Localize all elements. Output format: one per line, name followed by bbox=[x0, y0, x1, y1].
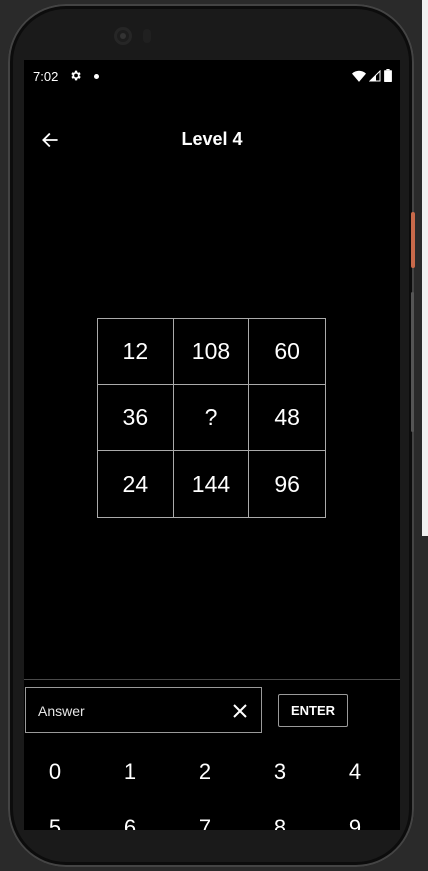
keyboard-divider bbox=[24, 679, 400, 680]
puzzle-cell: 96 bbox=[274, 470, 300, 497]
key-3[interactable]: 3 bbox=[250, 750, 310, 794]
puzzle-grid: 12 108 60 36 ? 48 24 144 96 bbox=[97, 318, 326, 518]
wifi-icon bbox=[352, 70, 366, 82]
answer-field bbox=[25, 687, 262, 733]
key-1[interactable]: 1 bbox=[100, 750, 160, 794]
puzzle-cell: 12 bbox=[98, 319, 174, 385]
volume-button bbox=[411, 292, 414, 432]
status-icons bbox=[352, 69, 392, 82]
puzzle-cell: 24 bbox=[98, 451, 174, 517]
key-9[interactable]: 9 bbox=[325, 806, 385, 830]
enter-button[interactable]: ENTER bbox=[278, 694, 348, 727]
gear-icon bbox=[71, 70, 81, 81]
key-7[interactable]: 7 bbox=[175, 806, 235, 830]
status-time: 7:02 bbox=[33, 69, 59, 84]
puzzle-cell: 144 bbox=[174, 451, 250, 517]
proximity-sensor bbox=[143, 29, 151, 43]
key-6[interactable]: 6 bbox=[100, 806, 160, 830]
front-camera bbox=[114, 27, 132, 45]
key-8[interactable]: 8 bbox=[250, 806, 310, 830]
key-4[interactable]: 4 bbox=[325, 750, 385, 794]
page-title: Level 4 bbox=[181, 129, 243, 149]
power-button bbox=[411, 212, 415, 268]
key-5[interactable]: 5 bbox=[25, 806, 85, 830]
key-2[interactable]: 2 bbox=[175, 750, 235, 794]
puzzle-cell: 36 bbox=[98, 385, 174, 451]
puzzle-cell: 60 bbox=[249, 319, 325, 385]
close-icon bbox=[233, 704, 247, 718]
key-0[interactable]: 0 bbox=[25, 750, 85, 794]
puzzle-cell: 108 bbox=[173, 319, 250, 385]
app-screen: 7:02 Level 4 12 108 60 36 ? 48 24 144 96… bbox=[24, 60, 400, 830]
app-bar: Level 4 bbox=[24, 116, 400, 162]
notification-dot-icon bbox=[94, 74, 99, 79]
clear-button[interactable] bbox=[230, 701, 250, 721]
status-bar: 7:02 bbox=[24, 60, 400, 92]
puzzle-cell-unknown: ? bbox=[173, 385, 250, 451]
answer-input[interactable] bbox=[36, 700, 220, 722]
cell-signal-icon bbox=[369, 69, 381, 81]
emulator-side-strip bbox=[422, 0, 428, 536]
puzzle-cell: 48 bbox=[249, 385, 325, 451]
battery-icon bbox=[384, 69, 392, 82]
